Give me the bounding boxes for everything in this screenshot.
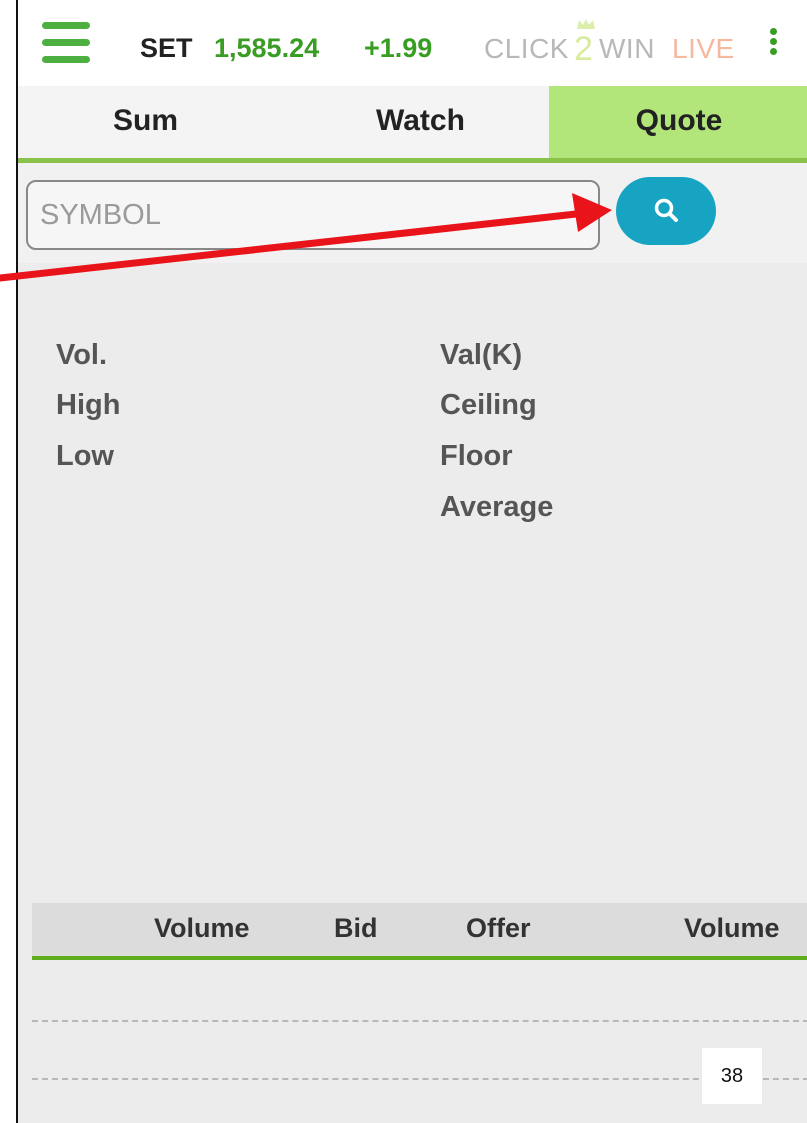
index-change: +1.99 bbox=[364, 33, 433, 63]
tab-bar: Sum Watch Quote bbox=[18, 86, 807, 163]
search-icon bbox=[654, 198, 678, 222]
logo-text-win: WIN bbox=[599, 33, 655, 64]
logo-text-click: CLICK bbox=[484, 33, 569, 64]
page-number: 38 bbox=[702, 1048, 762, 1104]
order-book-header: Volume Bid Offer Volume bbox=[32, 903, 807, 960]
index-name: SET bbox=[140, 33, 193, 63]
column-offer: Offer bbox=[466, 913, 531, 943]
symbol-input[interactable] bbox=[26, 180, 600, 250]
column-offer-volume: Volume bbox=[684, 913, 780, 943]
label-floor: Floor bbox=[440, 440, 513, 472]
hamburger-menu-icon[interactable] bbox=[42, 22, 90, 64]
search-button[interactable] bbox=[616, 177, 716, 245]
tab-watch[interactable]: Watch bbox=[293, 86, 548, 158]
click2winlive-logo: CLICK 2 WIN LIVE bbox=[484, 19, 744, 70]
order-book-row-divider bbox=[32, 1020, 807, 1022]
tab-sum[interactable]: Sum bbox=[18, 86, 273, 158]
column-bid: Bid bbox=[334, 913, 378, 943]
app-header: SET 1,585.24 +1.99 CLICK 2 WIN LIVE bbox=[18, 0, 807, 86]
search-bar bbox=[18, 163, 807, 263]
label-average: Average bbox=[440, 491, 554, 523]
logo-text-2: 2 bbox=[574, 30, 594, 68]
index-value: 1,585.24 bbox=[214, 33, 320, 63]
crown-icon bbox=[577, 19, 595, 29]
label-ceiling: Ceiling bbox=[440, 389, 537, 421]
kebab-menu-icon[interactable] bbox=[770, 28, 778, 56]
label-volume: Vol. bbox=[56, 339, 108, 371]
label-low: Low bbox=[56, 440, 114, 472]
order-book-row-divider bbox=[32, 1078, 807, 1080]
column-bid-volume: Volume bbox=[154, 913, 250, 943]
label-high: High bbox=[56, 389, 121, 421]
label-value-k: Val(K) bbox=[440, 339, 523, 371]
tab-quote[interactable]: Quote bbox=[549, 86, 807, 158]
logo-text-live: LIVE bbox=[672, 33, 735, 64]
app-frame: SET 1,585.24 +1.99 CLICK 2 WIN LIVE Sum … bbox=[16, 0, 807, 1123]
